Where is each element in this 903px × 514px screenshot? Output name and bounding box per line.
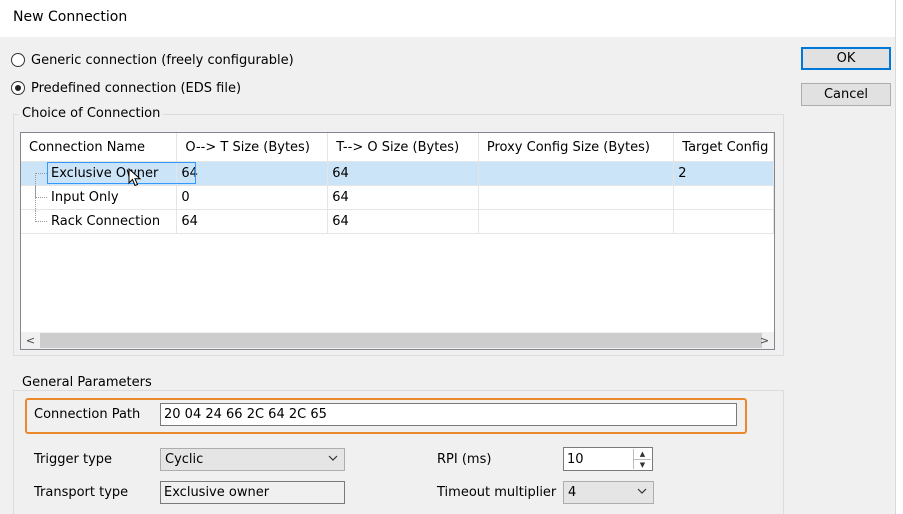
chevron-down-icon — [328, 455, 338, 461]
connection-name-cell[interactable]: Rack Connection — [21, 209, 178, 234]
target-config-cell[interactable] — [673, 209, 774, 234]
rpi-value[interactable]: 10 — [567, 452, 584, 467]
proxy-config-cell[interactable] — [478, 161, 675, 186]
to-size-cell[interactable]: 64 — [327, 161, 479, 186]
window-title: New Connection — [13, 9, 128, 25]
timeout-multiplier-select[interactable]: 4 — [563, 481, 654, 504]
proxy-config-cell[interactable] — [478, 209, 675, 234]
spinner-buttons: ▲ ▼ — [633, 449, 651, 469]
target-config-cell[interactable]: 2 — [673, 161, 774, 186]
column-header-ot-size[interactable]: O--> T Size (Bytes) — [176, 133, 329, 162]
horizontal-scrollbar[interactable]: < > — [21, 332, 774, 349]
column-header-target-config[interactable]: Target Config — [673, 133, 774, 162]
tree-line — [35, 173, 47, 174]
tree-line — [35, 221, 47, 222]
cancel-button[interactable]: Cancel — [801, 83, 891, 106]
predefined-connection-radio[interactable] — [11, 81, 25, 95]
ot-size-cell[interactable]: 0 — [176, 185, 329, 210]
proxy-config-cell[interactable] — [478, 185, 675, 210]
ok-button[interactable]: OK — [801, 47, 891, 70]
target-config-cell[interactable] — [673, 185, 774, 210]
predefined-connection-label: Predefined connection (EDS file) — [31, 80, 242, 96]
table-row[interactable]: Input Only 0 64 — [21, 185, 774, 210]
spin-down-icon[interactable]: ▼ — [634, 460, 651, 470]
chevron-down-icon — [637, 488, 647, 494]
generic-connection-radio[interactable] — [11, 53, 25, 67]
mouse-pointer-icon — [128, 168, 142, 187]
connection-path-field[interactable]: 20 04 24 66 2C 64 2C 65 — [160, 403, 737, 426]
ot-size-cell[interactable]: 64 — [176, 161, 329, 186]
trigger-type-value: Cyclic — [165, 452, 204, 467]
cell-text: Input Only — [51, 190, 119, 205]
to-size-cell[interactable]: 64 — [327, 185, 479, 210]
connection-name-cell[interactable]: Input Only — [21, 185, 178, 210]
title-bar: New Connection — [0, 0, 903, 37]
general-parameters-label: General Parameters — [19, 375, 155, 390]
window-edge — [895, 0, 903, 514]
column-header-to-size[interactable]: T--> O Size (Bytes) — [327, 133, 479, 162]
scroll-right-icon[interactable]: > — [756, 332, 773, 349]
ot-size-cell[interactable]: 64 — [176, 209, 329, 234]
grid-header-row: Connection Name O--> T Size (Bytes) T-->… — [21, 133, 774, 162]
table-row[interactable]: Rack Connection 64 64 — [21, 209, 774, 234]
rpi-label: RPI (ms) — [437, 452, 492, 467]
connection-grid[interactable]: Connection Name O--> T Size (Bytes) T-->… — [20, 132, 775, 350]
to-size-cell[interactable]: 64 — [327, 209, 479, 234]
generic-connection-label: Generic connection (freely configurable) — [31, 52, 294, 68]
trigger-type-label: Trigger type — [34, 452, 113, 467]
rpi-spinner[interactable]: 10 ▲ ▼ — [563, 447, 653, 471]
timeout-multiplier-label: Timeout multiplier — [437, 485, 557, 500]
connection-path-label: Connection Path — [34, 407, 141, 422]
choice-of-connection-label: Choice of Connection — [19, 106, 164, 121]
trigger-type-select[interactable]: Cyclic — [160, 448, 345, 471]
scrollbar-thumb[interactable] — [40, 333, 762, 348]
column-header-proxy-config-size[interactable]: Proxy Config Size (Bytes) — [478, 133, 675, 162]
cell-text: Exclusive Owner — [51, 166, 159, 181]
tree-line — [35, 197, 47, 198]
connection-name-cell[interactable]: Exclusive Owner — [21, 161, 196, 196]
generic-connection-option[interactable]: Generic connection (freely configurable) — [11, 51, 294, 69]
cell-text: Rack Connection — [51, 214, 161, 229]
timeout-multiplier-value: 4 — [568, 485, 577, 500]
predefined-connection-option[interactable]: Predefined connection (EDS file) — [11, 79, 241, 97]
transport-type-label: Transport type — [34, 485, 129, 500]
column-header-connection-name[interactable]: Connection Name — [21, 133, 178, 162]
spin-up-icon[interactable]: ▲ — [634, 449, 651, 460]
scroll-left-icon[interactable]: < — [22, 332, 39, 349]
transport-type-field: Exclusive owner — [160, 481, 345, 504]
